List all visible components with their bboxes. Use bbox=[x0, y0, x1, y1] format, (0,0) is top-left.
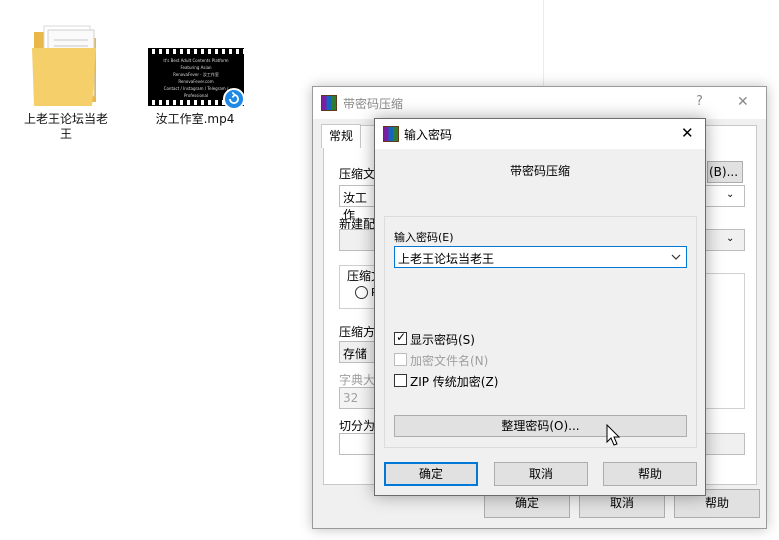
folder-icon[interactable] bbox=[30, 22, 100, 108]
zip-legacy-label[interactable]: ZIP 传统加密(Z) bbox=[410, 373, 498, 390]
tab-general[interactable]: 常规 bbox=[321, 124, 361, 148]
method-value: 存储 bbox=[343, 347, 368, 361]
split-unit-field[interactable] bbox=[705, 433, 745, 455]
encrypt-names-checkbox[interactable] bbox=[394, 353, 407, 366]
password-dialog-titlebar[interactable]: 输入密码 ✕ bbox=[375, 119, 705, 149]
archive-dialog-titlebar[interactable]: 带密码压缩 ? ✕ bbox=[313, 87, 766, 119]
password-dialog-title: 输入密码 bbox=[404, 128, 453, 142]
password-value: 上老王论坛当老王 bbox=[398, 252, 495, 266]
thumb-line-3: RenovaFever.com bbox=[178, 79, 214, 84]
archive-name-field[interactable]: 汝工作 bbox=[339, 185, 379, 222]
mouse-cursor-icon bbox=[606, 424, 621, 446]
update-mode-dropdown[interactable]: ⌄ bbox=[705, 229, 745, 251]
chevron-down-icon[interactable] bbox=[671, 253, 681, 261]
password-input[interactable]: 上老王论坛当老王 bbox=[394, 246, 687, 268]
thumb-line-2: RenovaFever · 汝工作室 bbox=[173, 72, 219, 77]
close-icon[interactable]: ✕ bbox=[681, 124, 694, 142]
thumb-line-1: It's Best Adult Contents Platform Featur… bbox=[163, 58, 229, 70]
options-listbox[interactable] bbox=[705, 273, 745, 409]
folder-label[interactable]: 上老王论坛当老王 bbox=[20, 112, 112, 142]
method-field[interactable]: 存储 bbox=[339, 341, 379, 363]
browse-button-label: (B)... bbox=[709, 165, 739, 179]
video-thumb-text: It's Best Adult Contents Platform Featur… bbox=[160, 57, 232, 99]
ok-button[interactable]: 确定 bbox=[384, 462, 478, 486]
show-password-label[interactable]: 显示密码(S) bbox=[410, 331, 475, 348]
thumb-line-4: Contact / Instagram / Telegram / Profess… bbox=[163, 86, 229, 98]
close-icon[interactable]: ✕ bbox=[737, 94, 749, 110]
film-strip-top bbox=[148, 49, 244, 54]
label-method: 压缩方 bbox=[339, 325, 376, 339]
archive-name-dropdown[interactable]: ⌄ bbox=[705, 185, 745, 207]
password-dialog: 输入密码 ✕ 带密码压缩 输入密码(E) 上老王论坛当老王 ✓ 显示密码(S) … bbox=[374, 118, 706, 496]
archive-dialog-title: 带密码压缩 bbox=[343, 97, 404, 111]
dictionary-value: 32 bbox=[343, 391, 359, 405]
desktop-divider bbox=[543, 0, 544, 90]
help-button[interactable]: 帮助 bbox=[603, 462, 697, 486]
label-archive-name: 压缩文 bbox=[339, 167, 376, 181]
label-password: 输入密码(E) bbox=[394, 231, 454, 244]
zip-legacy-checkbox[interactable] bbox=[394, 374, 407, 387]
dialog-heading: 带密码压缩 bbox=[509, 164, 570, 178]
label-split: 切分为 bbox=[339, 419, 376, 433]
winrar-icon bbox=[383, 126, 399, 142]
encrypt-names-label[interactable]: 加密文件名(N) bbox=[410, 352, 488, 369]
format-radio[interactable] bbox=[355, 286, 368, 299]
show-password-checkbox[interactable]: ✓ bbox=[394, 330, 407, 345]
cancel-button[interactable]: 取消 bbox=[494, 462, 588, 486]
label-dictionary: 字典大 bbox=[339, 373, 376, 387]
winrar-icon bbox=[321, 95, 337, 111]
video-label[interactable]: 汝工作室.mp4 bbox=[140, 112, 250, 127]
chevron-down-icon: ⌄ bbox=[726, 233, 735, 244]
dictionary-field[interactable]: 32 bbox=[339, 387, 379, 409]
checkmark-icon: ✓ bbox=[396, 330, 407, 344]
profiles-field[interactable] bbox=[339, 229, 379, 251]
browse-button[interactable]: (B)... bbox=[707, 161, 743, 183]
organize-passwords-button[interactable]: 整理密码(O)... bbox=[394, 415, 687, 437]
player-badge-icon bbox=[223, 88, 245, 110]
help-icon[interactable]: ? bbox=[696, 94, 703, 109]
split-field[interactable] bbox=[339, 433, 379, 455]
chevron-down-icon: ⌄ bbox=[726, 189, 735, 200]
